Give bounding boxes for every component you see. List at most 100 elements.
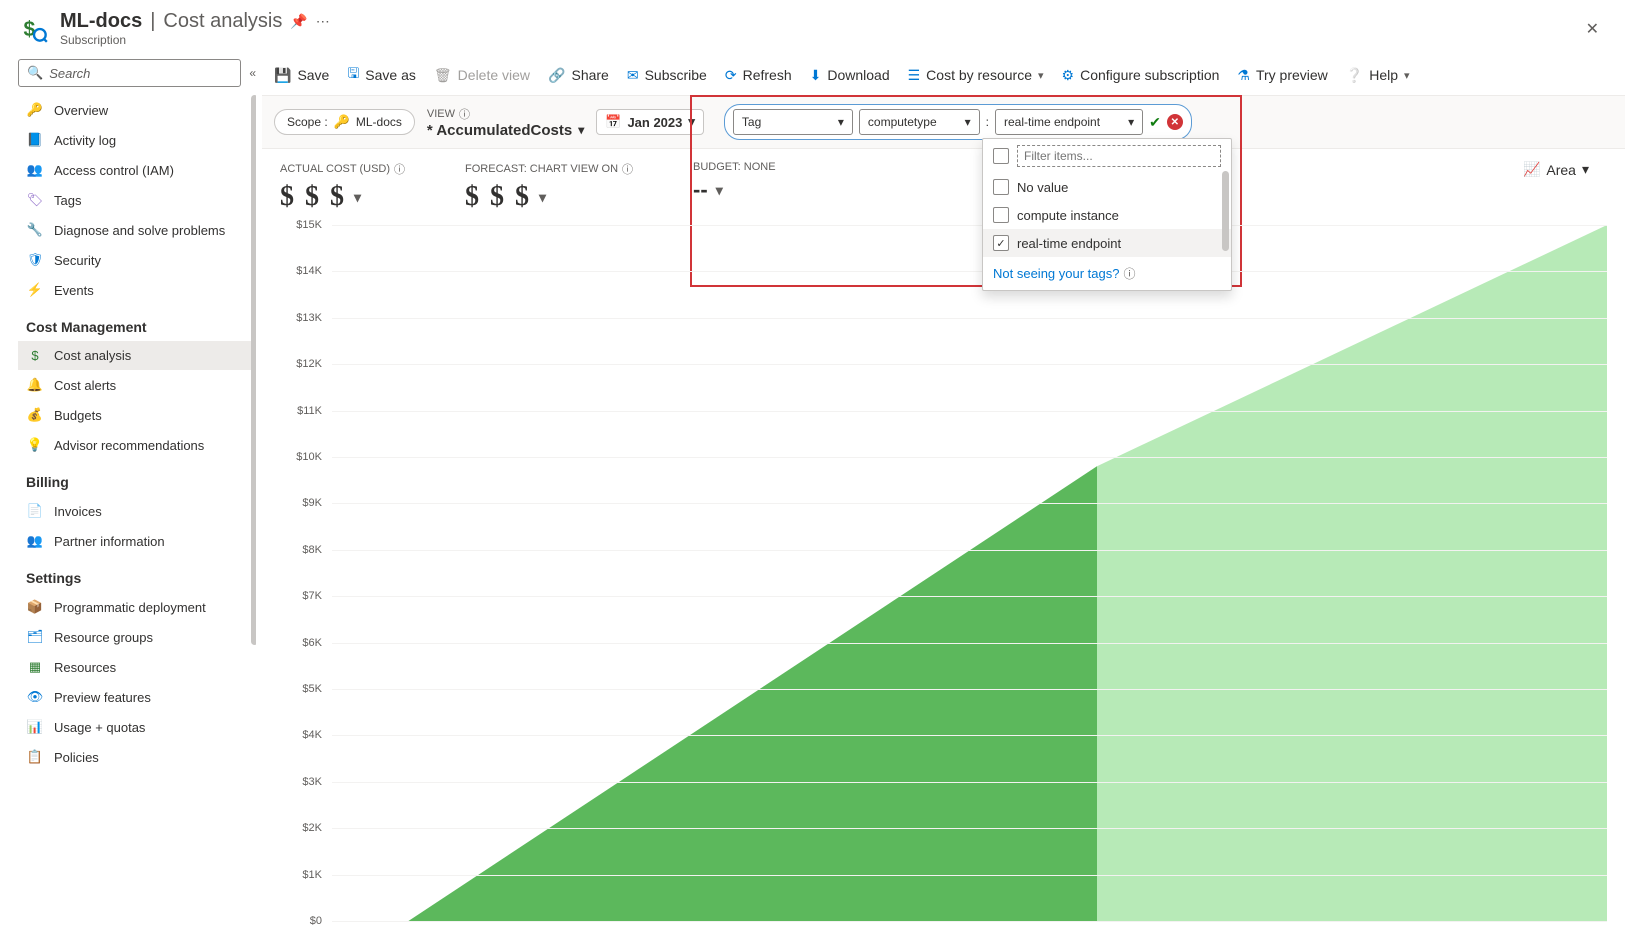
scope-value: ML-docs (356, 115, 402, 129)
not-seeing-tags-link[interactable]: Not seeing your tags? ⓘ (983, 257, 1231, 290)
policy-icon: 📋 (26, 749, 44, 765)
sidebar-item-events[interactable]: ⚡Events (18, 275, 252, 305)
sidebar-item-label: Programmatic deployment (54, 600, 206, 615)
tag-option-compute-instance[interactable]: compute instance (983, 201, 1231, 229)
sidebar-item-budgets[interactable]: 💰Budgets (18, 400, 252, 430)
sidebar-item-resources[interactable]: ▦Resources (18, 652, 252, 682)
pin-icon[interactable]: 📌 (290, 13, 307, 30)
subscribe-button[interactable]: ✉Subscribe (627, 67, 707, 84)
remove-filter-icon[interactable]: ✕ (1167, 114, 1183, 130)
sidebar-scrollbar[interactable] (251, 95, 256, 645)
tag-filter-input[interactable] (1017, 145, 1221, 167)
sidebar-item-label: Diagnose and solve problems (54, 223, 225, 238)
kpi-budget[interactable]: BUDGET: NONE --▾ (693, 161, 776, 203)
close-button[interactable]: ✕ (1578, 15, 1607, 43)
tag-option-real-time-endpoint[interactable]: ✓real-time endpoint (983, 229, 1231, 257)
sidebar-item-label: Resources (54, 660, 116, 675)
chart-type-toggle[interactable]: 📈 Area ▾ (1523, 161, 1607, 178)
scope-pill[interactable]: Scope : 🔑 ML-docs (274, 109, 415, 135)
flask-icon: ⚗ (1237, 67, 1250, 84)
chevron-down-icon: ▾ (688, 114, 695, 130)
sidebar-item-label: Tags (54, 193, 81, 208)
save-icon: 💾 (274, 67, 291, 84)
cost-icon: $ (26, 348, 44, 363)
checkbox[interactable] (993, 207, 1009, 223)
confirm-filter-icon[interactable]: ✔ (1149, 114, 1161, 131)
wrench-icon: 🔧 (26, 222, 44, 238)
preview-icon: 👁 (26, 689, 44, 705)
y-axis-tick: $14K (280, 265, 322, 277)
gridline (332, 503, 1607, 504)
sidebar-item-label: Access control (IAM) (54, 163, 174, 178)
y-axis-tick: $0 (280, 915, 322, 927)
calendar-icon: 📅 (605, 114, 621, 130)
kpi-actual-cost[interactable]: ACTUAL COST (USD)ⓘ $ $ $▾ (280, 161, 405, 213)
tag-value-dropdown-panel: No valuecompute instance✓real-time endpo… (982, 138, 1232, 291)
tag-key-dropdown[interactable]: computetype▾ (859, 109, 980, 135)
y-axis-tick: $6K (280, 637, 322, 649)
try-preview-button[interactable]: ⚗Try preview (1237, 67, 1327, 84)
sidebar-item-diagnose-and-solve-problems[interactable]: 🔧 Diagnose and solve problems (18, 215, 252, 245)
gridline (332, 364, 1607, 365)
help-button[interactable]: ❔Help▾ (1346, 67, 1410, 84)
people-icon: 👥 (26, 162, 44, 178)
more-icon[interactable]: ⋯ (316, 13, 330, 30)
sidebar-item-label: Events (54, 283, 94, 298)
sidebar-search[interactable]: 🔍 (18, 59, 241, 87)
deploy-icon: 📦 (26, 599, 44, 615)
sidebar-item-policies[interactable]: 📋 Policies (18, 742, 252, 772)
info-icon: ⓘ (394, 161, 405, 177)
sidebar-item-cost-alerts[interactable]: 🔔Cost alerts (18, 370, 252, 400)
usage-icon: 📊 (26, 719, 44, 735)
tag-dropdown[interactable]: Tag▾ (733, 109, 853, 135)
sidebar-search-input[interactable] (49, 66, 232, 81)
dropdown-scrollbar[interactable] (1222, 171, 1229, 251)
sidebar-item-resource-groups[interactable]: 🗂Resource groups (18, 622, 252, 652)
gridline (332, 921, 1607, 922)
y-axis-tick: $1K (280, 869, 322, 881)
chevron-down-icon: ▾ (1582, 161, 1589, 178)
checkbox[interactable] (993, 179, 1009, 195)
sidebar-item-preview-features[interactable]: 👁Preview features (18, 682, 252, 712)
sidebar-item-tags[interactable]: 🏷Tags (18, 185, 252, 215)
sidebar-item-programmatic-deployment[interactable]: 📦 Programmatic deployment (18, 592, 252, 622)
view-selector[interactable]: VIEWⓘ * AccumulatedCosts▾ (427, 106, 584, 139)
shield-icon: 🛡 (26, 252, 44, 268)
select-all-checkbox[interactable] (993, 148, 1009, 164)
checkbox[interactable]: ✓ (993, 235, 1009, 251)
delete-view-button: 🗑Delete view (434, 67, 530, 84)
sidebar-item-activity-log[interactable]: 📘Activity log (18, 125, 252, 155)
sidebar-item-invoices[interactable]: 📄Invoices (18, 496, 252, 526)
gear-icon: ⚙ (1062, 67, 1075, 84)
sidebar-item-partner-information[interactable]: 👥Partner information (18, 526, 252, 556)
cost-by-resource-button[interactable]: ☰Cost by resource▾ (908, 67, 1044, 84)
collapse-sidebar-button[interactable]: « (249, 66, 256, 80)
date-range-picker[interactable]: 📅 Jan 2023 ▾ (596, 109, 704, 135)
refresh-button[interactable]: ⟳Refresh (725, 67, 792, 84)
save-as-icon: 🖫 (347, 63, 359, 87)
sidebar-item-usage-quotas[interactable]: 📊Usage + quotas (18, 712, 252, 742)
sidebar-item-access-control-iam-[interactable]: 👥 Access control (IAM) (18, 155, 252, 185)
share-button[interactable]: 🔗Share (548, 67, 609, 84)
sidebar-item-overview[interactable]: 🔑Overview (18, 95, 252, 125)
configure-subscription-button[interactable]: ⚙Configure subscription (1062, 67, 1220, 84)
y-axis-tick: $9K (280, 497, 322, 509)
chevron-down-icon: ▾ (838, 115, 844, 129)
download-button[interactable]: ⬇Download (810, 67, 890, 84)
sidebar-item-advisor-recommendations[interactable]: 💡Advisor recommendations (18, 430, 252, 460)
save-button[interactable]: 💾Save (274, 67, 329, 84)
key-icon: 🔑 (26, 102, 44, 118)
y-axis-tick: $4K (280, 729, 322, 741)
sidebar-item-cost-analysis[interactable]: $Cost analysis (18, 341, 252, 370)
sidebar-item-security[interactable]: 🛡Security (18, 245, 252, 275)
y-axis-tick: $12K (280, 358, 322, 370)
tag-value-dropdown[interactable]: real-time endpoint▾ (995, 109, 1143, 135)
kpi-forecast[interactable]: FORECAST: CHART VIEW ONⓘ $ $ $▾ (465, 161, 633, 213)
sidebar-item-label: Policies (54, 750, 99, 765)
gridline (332, 828, 1607, 829)
gridline (332, 411, 1607, 412)
save-as-button[interactable]: 🖫Save as (347, 63, 416, 87)
search-icon: 🔍 (27, 65, 43, 81)
tag-option-no-value[interactable]: No value (983, 173, 1231, 201)
people-icon: 👥 (26, 533, 44, 549)
